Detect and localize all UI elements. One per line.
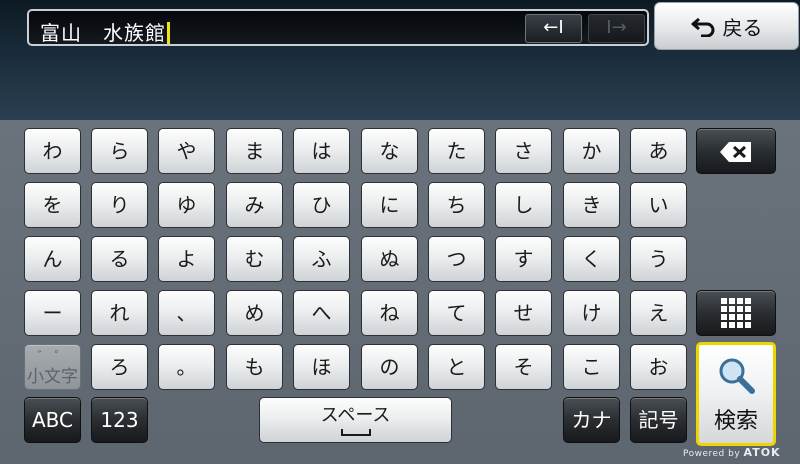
- text-caret: [167, 22, 170, 44]
- back-arrow-icon: [691, 17, 714, 37]
- key-re[interactable]: れ: [91, 290, 148, 336]
- key-te[interactable]: て: [428, 290, 485, 336]
- number-mode-button[interactable]: 123: [91, 397, 148, 443]
- space-label: スペース: [320, 405, 391, 426]
- key-ni[interactable]: に: [361, 182, 418, 228]
- key-hi[interactable]: ひ: [293, 182, 350, 228]
- key-period[interactable]: 。: [158, 344, 215, 390]
- key-se[interactable]: せ: [495, 290, 552, 336]
- key-ha[interactable]: は: [293, 128, 350, 174]
- key-ne[interactable]: ね: [361, 290, 418, 336]
- cursor-right-button[interactable]: I→: [588, 14, 645, 43]
- search-label: 検索: [713, 409, 758, 434]
- back-button[interactable]: 戻る: [654, 2, 799, 50]
- keyboard: わ ら や ま は な た さ か あ を り ゆ み ひ に ち し き い …: [0, 120, 800, 464]
- key-ya[interactable]: や: [158, 128, 215, 174]
- key-yo[interactable]: よ: [158, 236, 215, 282]
- key-i[interactable]: い: [630, 182, 687, 228]
- key-ma[interactable]: ま: [226, 128, 283, 174]
- symbol-mode-button[interactable]: 記号: [630, 397, 687, 443]
- katakana-mode-button[interactable]: カナ: [563, 397, 620, 443]
- key-ri[interactable]: り: [91, 182, 148, 228]
- key-he[interactable]: へ: [293, 290, 350, 336]
- key-wa[interactable]: わ: [24, 128, 81, 174]
- powered-by-atok: Powered by ATOK: [683, 446, 781, 459]
- key-comma[interactable]: 、: [158, 290, 215, 336]
- key-u[interactable]: う: [630, 236, 687, 282]
- key-e[interactable]: え: [630, 290, 687, 336]
- abc-mode-button[interactable]: ABC: [24, 397, 81, 443]
- key-ka[interactable]: か: [563, 128, 620, 174]
- key-mo[interactable]: も: [226, 344, 283, 390]
- key-ro[interactable]: ろ: [91, 344, 148, 390]
- key-ta[interactable]: た: [428, 128, 485, 174]
- key-mu[interactable]: む: [226, 236, 283, 282]
- small-char-button[interactable]: ゛ ゜ 小文字: [24, 344, 81, 390]
- grid-layout-button[interactable]: [696, 290, 776, 336]
- key-shi[interactable]: し: [495, 182, 552, 228]
- input-text: 富山 水族館: [40, 21, 166, 45]
- key-o[interactable]: お: [630, 344, 687, 390]
- cursor-left-button[interactable]: ←I: [525, 14, 582, 43]
- key-ke[interactable]: け: [563, 290, 620, 336]
- key-fu[interactable]: ふ: [293, 236, 350, 282]
- dakuten-label: ゛ ゜: [37, 350, 68, 365]
- key-so[interactable]: そ: [495, 344, 552, 390]
- key-ku[interactable]: く: [563, 236, 620, 282]
- key-na[interactable]: な: [361, 128, 418, 174]
- key-su[interactable]: す: [495, 236, 552, 282]
- key-n[interactable]: ん: [24, 236, 81, 282]
- key-ru[interactable]: る: [91, 236, 148, 282]
- key-ki[interactable]: き: [563, 182, 620, 228]
- key-tsu[interactable]: つ: [428, 236, 485, 282]
- key-long-vowel[interactable]: ー: [24, 290, 81, 336]
- backspace-button[interactable]: [696, 128, 776, 174]
- key-ra[interactable]: ら: [91, 128, 148, 174]
- powered-by-label: Powered by: [683, 449, 741, 459]
- search-button[interactable]: 検索: [696, 342, 776, 446]
- key-yu[interactable]: ゆ: [158, 182, 215, 228]
- back-button-label: 戻る: [722, 15, 763, 40]
- search-input[interactable]: 富山 水族館 ←I I→: [27, 9, 649, 46]
- key-to[interactable]: と: [428, 344, 485, 390]
- small-char-label: 小文字: [27, 367, 78, 387]
- magnifier-icon: [719, 358, 755, 394]
- key-sa[interactable]: さ: [495, 128, 552, 174]
- backspace-icon: [720, 142, 751, 162]
- key-chi[interactable]: ち: [428, 182, 485, 228]
- top-area: 富山 水族館 ←I I→ 戻る: [0, 0, 800, 120]
- key-wo[interactable]: を: [24, 182, 81, 228]
- key-nu[interactable]: ぬ: [361, 236, 418, 282]
- input-text-wrap: 富山 水族館: [40, 17, 170, 46]
- grid-icon: [721, 298, 751, 328]
- key-no[interactable]: の: [361, 344, 418, 390]
- key-mi[interactable]: み: [226, 182, 283, 228]
- space-icon: [341, 429, 371, 436]
- key-ko[interactable]: こ: [563, 344, 620, 390]
- key-me[interactable]: め: [226, 290, 283, 336]
- key-ho[interactable]: ほ: [293, 344, 350, 390]
- key-a[interactable]: あ: [630, 128, 687, 174]
- space-button[interactable]: スペース: [259, 397, 452, 443]
- atok-brand: ATOK: [743, 446, 781, 459]
